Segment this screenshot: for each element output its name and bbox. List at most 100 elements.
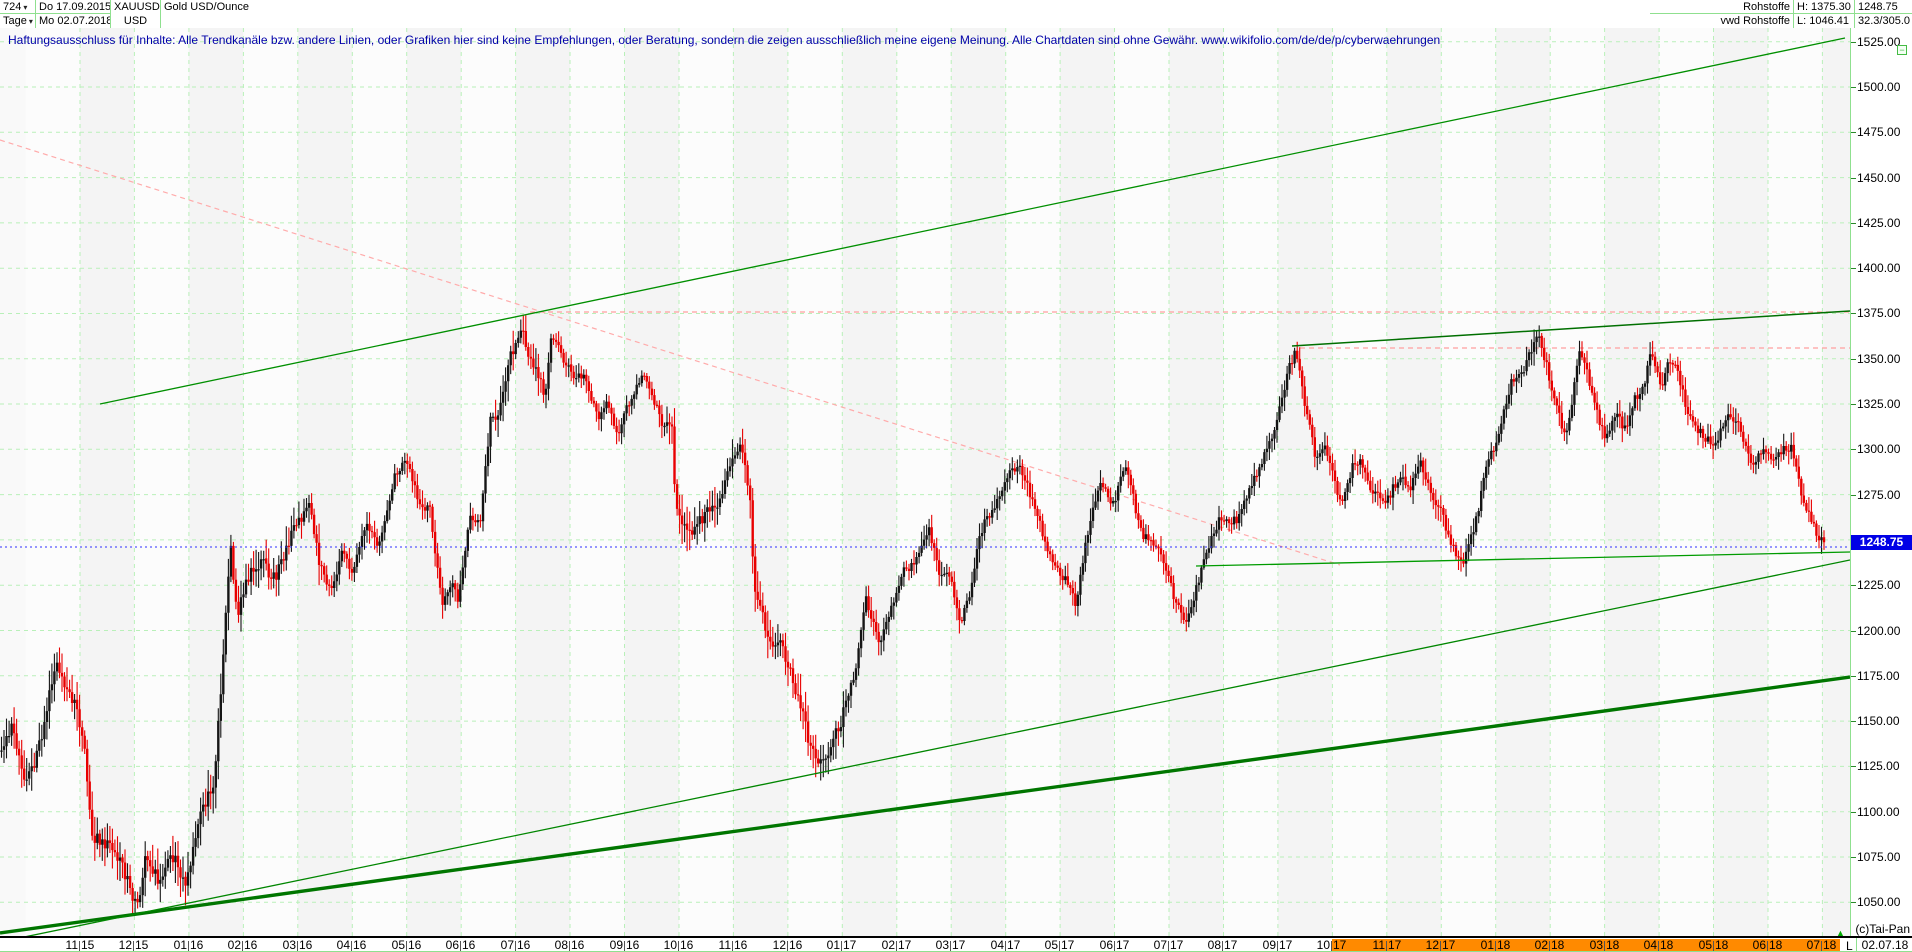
- price-tick-mark: [1851, 857, 1856, 858]
- time-tick-label: 0118: [1480, 939, 1510, 951]
- time-tick-label: 0517: [1044, 939, 1074, 951]
- time-tick-label: 0718: [1806, 939, 1836, 951]
- price-tick-mark: [1851, 721, 1856, 722]
- period-value: Tage: [3, 15, 27, 27]
- date-to-field[interactable]: Mo 02.07.2018: [36, 14, 111, 28]
- price-tick-label: 1150.00: [1857, 714, 1911, 728]
- time-tick-label: 0716: [500, 939, 530, 951]
- time-tick-label: 0618: [1752, 939, 1782, 951]
- time-tick-label: 1016: [663, 939, 693, 951]
- period-dropdown[interactable]: Tage▾: [0, 14, 36, 28]
- price-tick-mark: [1851, 178, 1856, 179]
- low-label: L: 1046.41: [1794, 14, 1855, 28]
- bar-count-dropdown[interactable]: 724▾: [0, 0, 36, 14]
- price-axis: 1525.001500.001475.001450.001425.001400.…: [1850, 28, 1912, 938]
- price-tick-mark: [1851, 42, 1856, 43]
- time-tick-label: 0218: [1534, 939, 1564, 951]
- price-tick-mark: [1851, 631, 1856, 632]
- taipan-chart-window: 724▾ Do 17.09.2015 XAUUSD Gold USD/Ounce…: [0, 0, 1912, 952]
- bar-count-value: 724: [3, 1, 21, 13]
- time-tick-label: 1215: [118, 939, 148, 951]
- time-tick-label: 0518: [1698, 939, 1728, 951]
- price-tick-label: 1325.00: [1857, 397, 1911, 411]
- copyright-label: (c)Tai-Pan: [1850, 922, 1910, 936]
- last-bar-marker-icon: ▲: [1836, 928, 1845, 938]
- chart-header: 724▾ Do 17.09.2015 XAUUSD Gold USD/Ounce…: [0, 0, 1912, 28]
- time-tick-label: 0817: [1207, 939, 1237, 951]
- price-tick-label: 1450.00: [1857, 171, 1911, 185]
- price-tick-label: 1375.00: [1857, 306, 1911, 320]
- time-tick-label: 0617: [1099, 939, 1129, 951]
- price-tick-label: 1225.00: [1857, 578, 1911, 592]
- chevron-down-icon: ▾: [29, 17, 33, 26]
- price-tick-mark: [1851, 404, 1856, 405]
- price-tick-mark: [1851, 902, 1856, 903]
- price-tick-mark: [1851, 812, 1856, 813]
- high-label: H: 1375.30: [1794, 0, 1855, 14]
- chevron-down-icon: ▾: [23, 3, 27, 12]
- price-tick-label: 1500.00: [1857, 80, 1911, 94]
- price-tick-label: 1350.00: [1857, 352, 1911, 366]
- chart-plot-area[interactable]: [0, 28, 1850, 938]
- time-tick-label: 0416: [336, 939, 366, 951]
- price-tick-label: 1475.00: [1857, 125, 1911, 139]
- time-tick-label: 1216: [772, 939, 802, 951]
- time-axis: 1115 1215 0116 0216 0316 0416 0516 0616 0716 0816…: [0, 938, 1850, 952]
- time-tick-label: 1017: [1316, 939, 1346, 951]
- time-tick-label: 1217: [1425, 939, 1455, 951]
- time-tick-label: 0217: [881, 939, 911, 951]
- last-price-label: 1248.75: [1855, 0, 1912, 14]
- price-tick-mark: [1851, 495, 1856, 496]
- price-tick-mark: [1851, 449, 1856, 450]
- instrument-name: Gold USD/Ounce: [161, 0, 461, 14]
- provider-label: vwd Rohstoffe: [1650, 14, 1794, 28]
- time-tick-label: 1115: [64, 939, 94, 951]
- time-tick-label: 0417: [990, 939, 1020, 951]
- price-tick-label: 1425.00: [1857, 216, 1911, 230]
- axis-border: [0, 936, 1912, 938]
- price-tick-mark: [1851, 359, 1856, 360]
- time-tick-label: 0616: [445, 939, 475, 951]
- price-tick-mark: [1851, 223, 1856, 224]
- price-tick-label: 1050.00: [1857, 895, 1911, 909]
- price-tick-mark: [1851, 585, 1856, 586]
- time-tick-label: 0316: [282, 939, 312, 951]
- date-from-field[interactable]: Do 17.09.2015: [36, 0, 111, 14]
- candlestick-chart: [0, 28, 1850, 938]
- time-tick-label: 0717: [1153, 939, 1183, 951]
- price-tick-label: 1175.00: [1857, 669, 1911, 683]
- cursor-date-box: 02.07.18: [1856, 938, 1912, 952]
- price-tick-label: 1100.00: [1857, 805, 1911, 819]
- range-stat-label: 32.3/305.0: [1855, 14, 1912, 28]
- time-tick-label: 0916: [609, 939, 639, 951]
- price-tick-label: 1200.00: [1857, 624, 1911, 638]
- price-tick-label: 1125.00: [1857, 759, 1911, 773]
- collapse-button[interactable]: −: [1897, 45, 1907, 55]
- time-tick-label: 0216: [227, 939, 257, 951]
- time-tick-label: 1116: [717, 939, 747, 951]
- price-tick-mark: [1851, 268, 1856, 269]
- price-tick-label: 1075.00: [1857, 850, 1911, 864]
- group-label: Rohstoffe: [1650, 0, 1794, 14]
- price-tick-label: 1400.00: [1857, 261, 1911, 275]
- time-tick-label: 0816: [554, 939, 584, 951]
- time-tick-label: 0117: [826, 939, 856, 951]
- time-tick-label: 0116: [173, 939, 203, 951]
- price-tick-mark: [1851, 132, 1856, 133]
- time-tick-label: 0317: [935, 939, 965, 951]
- last-price-box: 1248.75: [1851, 535, 1912, 550]
- time-tick-label: 0516: [391, 939, 421, 951]
- disclaimer-text: Haftungsausschluss für Inhalte: Alle Tre…: [8, 33, 1608, 47]
- currency-field: USD: [111, 14, 161, 28]
- price-tick-mark: [1851, 313, 1856, 314]
- time-tick-label: 0418: [1643, 939, 1673, 951]
- price-tick-mark: [1851, 766, 1856, 767]
- price-tick-mark: [1851, 87, 1856, 88]
- symbol-field[interactable]: XAUUSD: [111, 0, 161, 14]
- time-tick-label: 1117: [1371, 939, 1401, 951]
- price-tick-label: 1300.00: [1857, 442, 1911, 456]
- price-tick-mark: [1851, 676, 1856, 677]
- time-tick-label: 0917: [1262, 939, 1292, 951]
- time-tick-label: 0318: [1589, 939, 1619, 951]
- price-tick-label: 1275.00: [1857, 488, 1911, 502]
